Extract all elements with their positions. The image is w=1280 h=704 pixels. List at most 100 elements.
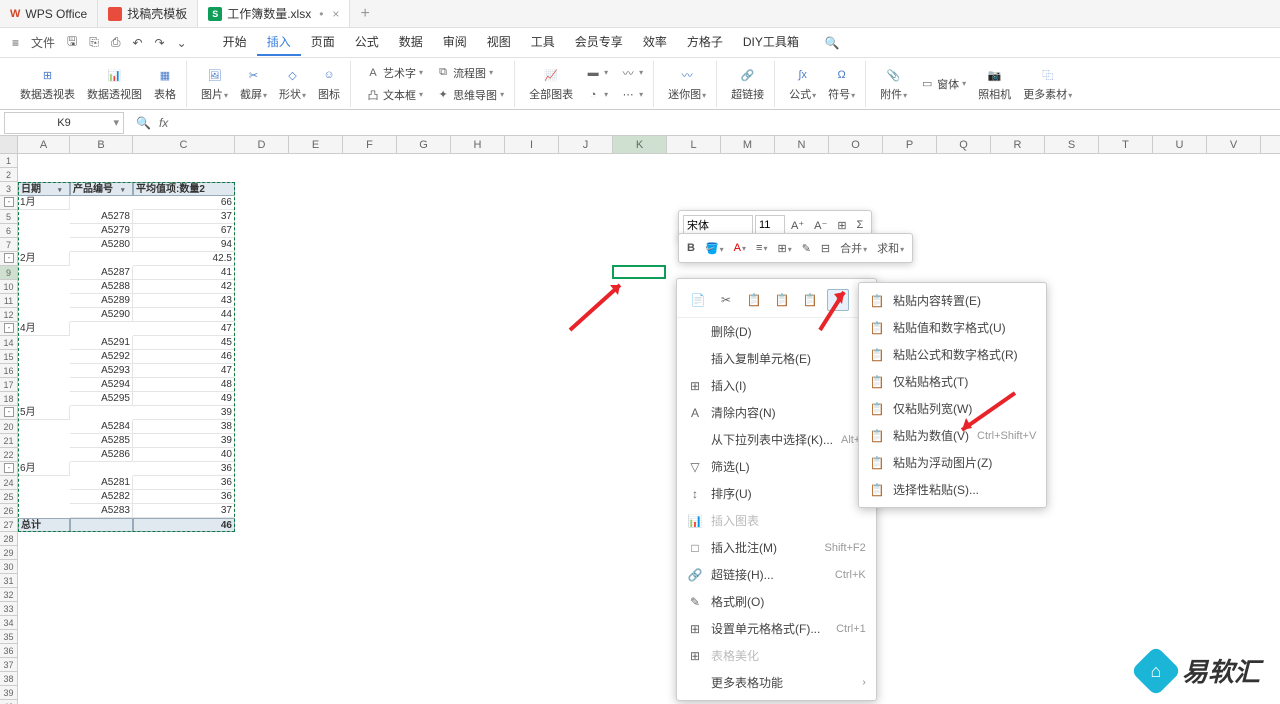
column-header[interactable]: C <box>133 136 235 153</box>
row-header[interactable]: 3 <box>0 182 18 196</box>
row-header[interactable]: 39 <box>0 686 18 700</box>
cancel-icon[interactable]: 🔍 <box>136 116 151 130</box>
collapse-icon[interactable]: - <box>4 197 14 207</box>
font-color-button[interactable]: A▾ <box>730 240 750 256</box>
column-header[interactable]: V <box>1207 136 1261 153</box>
column-header[interactable]: K <box>613 136 667 153</box>
select-all-corner[interactable] <box>0 136 18 153</box>
paste-submenu-item[interactable]: 📋仅粘贴格式(T) <box>859 368 1046 395</box>
row-header[interactable]: 12 <box>0 308 18 322</box>
row-header[interactable]: 31 <box>0 574 18 588</box>
column-header[interactable]: H <box>451 136 505 153</box>
chart-type-1[interactable]: ▬▾ <box>581 63 612 83</box>
paste-submenu-item[interactable]: 📋仅粘贴列宽(W) <box>859 395 1046 422</box>
row-header[interactable]: 37 <box>0 658 18 672</box>
bold-button[interactable]: B <box>683 240 699 256</box>
row-header[interactable]: 28 <box>0 532 18 546</box>
column-header[interactable]: T <box>1099 136 1153 153</box>
context-menu-item[interactable]: 插入复制单元格(E)› <box>677 345 876 372</box>
chart-type-4[interactable]: ⋯▾ <box>616 85 647 105</box>
row-header[interactable]: 2 <box>0 168 18 182</box>
formula-button[interactable]: ∫x公式▾ <box>785 63 820 104</box>
ribbon-tab-页面[interactable]: 页面 <box>301 29 345 56</box>
column-header[interactable]: O <box>829 136 883 153</box>
row-header[interactable]: 25 <box>0 490 18 504</box>
paste-submenu-item[interactable]: 📋粘贴为浮动图片(Z) <box>859 449 1046 476</box>
fx-label[interactable]: fx <box>159 116 168 130</box>
row-header[interactable]: 33 <box>0 602 18 616</box>
column-header[interactable]: S <box>1045 136 1099 153</box>
row-header[interactable]: 5 <box>0 210 18 224</box>
paste-more-icon[interactable]: › <box>827 289 849 311</box>
row-header[interactable]: 40 <box>0 700 18 704</box>
context-menu-item[interactable]: ▽筛选(L)› <box>677 453 876 480</box>
row-header[interactable]: 22 <box>0 448 18 462</box>
column-header[interactable]: N <box>775 136 829 153</box>
context-menu-item[interactable]: ⊞插入(I)› <box>677 372 876 399</box>
row-header[interactable]: 26 <box>0 504 18 518</box>
row-header[interactable]: 36 <box>0 644 18 658</box>
column-header[interactable]: I <box>505 136 559 153</box>
row-header[interactable]: 21 <box>0 434 18 448</box>
name-box[interactable]: K9 ▾ <box>4 112 124 134</box>
ribbon-tab-开始[interactable]: 开始 <box>213 29 257 56</box>
table-button[interactable]: ▦表格 <box>150 63 180 104</box>
tab-template[interactable]: 找稿壳模板 <box>98 0 198 27</box>
row-header[interactable]: 24 <box>0 476 18 490</box>
align-button[interactable]: ≡▾ <box>752 240 771 256</box>
tab-workbook[interactable]: S 工作簿数量.xlsx • × <box>198 0 350 27</box>
menu-icon[interactable]: ≡ <box>8 34 23 52</box>
textbox-button[interactable]: 凸文本框▾ <box>361 85 427 105</box>
paste-submenu-item[interactable]: 📋粘贴内容转置(E) <box>859 287 1046 314</box>
form-button[interactable]: ▭窗体▾ <box>915 74 970 94</box>
paste-submenu-item[interactable]: 📋粘贴为数值(V)Ctrl+Shift+V <box>859 422 1046 449</box>
merge-button[interactable]: 合并▾ <box>836 238 871 258</box>
context-menu-item[interactable]: 删除(D)› <box>677 318 876 345</box>
decrease-font-icon[interactable]: A⁻ <box>810 217 831 234</box>
file-menu[interactable]: 文件 <box>27 32 59 53</box>
paste-icon[interactable]: 📋 <box>743 289 765 311</box>
more-icon[interactable]: ⌄ <box>173 34 191 52</box>
column-header[interactable]: L <box>667 136 721 153</box>
ribbon-tab-工具[interactable]: 工具 <box>521 29 565 56</box>
column-header[interactable]: F <box>343 136 397 153</box>
attachment-button[interactable]: 📎附件▾ <box>876 63 911 104</box>
pivot-chart-button[interactable]: 📊数据透视图 <box>83 63 146 104</box>
column-header[interactable]: M <box>721 136 775 153</box>
all-charts-button[interactable]: 📈全部图表 <box>525 63 577 104</box>
export-icon[interactable]: ⎘ <box>85 33 103 52</box>
border-button[interactable]: ⊞▾ <box>773 240 795 257</box>
context-menu-item[interactable]: 从下拉列表中选择(K)...Alt+↓ <box>677 426 876 453</box>
paste-submenu-item[interactable]: 📋粘贴值和数字格式(U) <box>859 314 1046 341</box>
font-family-input[interactable] <box>683 215 753 235</box>
ribbon-tab-效率[interactable]: 效率 <box>633 29 677 56</box>
context-menu-item[interactable]: □插入批注(M)Shift+F2 <box>677 534 876 561</box>
ribbon-tab-方格子[interactable]: 方格子 <box>677 29 733 56</box>
close-icon[interactable]: × <box>332 7 339 21</box>
borders-icon[interactable]: ⊞ <box>833 217 850 234</box>
undo-icon[interactable]: ↶ <box>128 34 146 52</box>
chart-type-3[interactable]: 〰▾ <box>616 63 647 83</box>
collapse-icon[interactable]: - <box>4 463 14 473</box>
save-icon[interactable]: 🖫 <box>63 30 81 55</box>
more-materials-button[interactable]: ⿻更多素材▾ <box>1019 63 1076 104</box>
context-menu-item[interactable]: ↕排序(U)› <box>677 480 876 507</box>
row-header[interactable]: 38 <box>0 672 18 686</box>
shapes-button[interactable]: ◇形状▾ <box>275 63 310 104</box>
row-header[interactable]: 15 <box>0 350 18 364</box>
sum-button[interactable]: 求和▾ <box>873 238 908 258</box>
column-header[interactable]: A <box>18 136 70 153</box>
cut-icon[interactable]: ✂ <box>715 289 737 311</box>
column-header[interactable]: D <box>235 136 289 153</box>
collapse-icon[interactable]: - <box>4 253 14 263</box>
row-header[interactable]: 29 <box>0 546 18 560</box>
column-header[interactable]: E <box>289 136 343 153</box>
paste-values-icon[interactable]: 📋 <box>771 289 793 311</box>
copy-icon[interactable]: 📄 <box>687 289 709 311</box>
format-painter-icon[interactable]: ✎ <box>798 240 815 257</box>
fill-color-button[interactable]: 🪣▾ <box>701 240 728 257</box>
row-header[interactable]: 18 <box>0 392 18 406</box>
column-header[interactable]: P <box>883 136 937 153</box>
picture-button[interactable]: 🖼图片▾ <box>197 63 232 104</box>
symbol-button[interactable]: Ω符号▾ <box>824 63 859 104</box>
